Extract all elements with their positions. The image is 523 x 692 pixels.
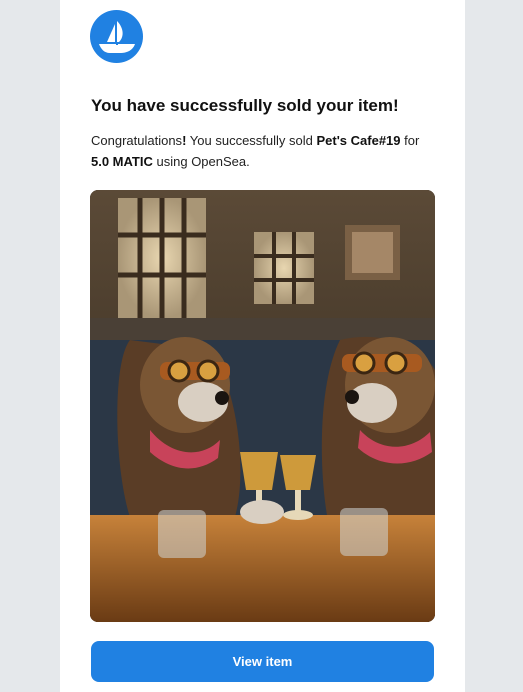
page-title: You have successfully sold your item!	[91, 96, 399, 115]
email-card: You have successfully sold your item! Co…	[60, 0, 465, 692]
artwork-image	[90, 190, 435, 622]
item-name: Pet's Cafe#19	[316, 133, 401, 148]
view-item-button[interactable]: View item	[91, 641, 434, 682]
sale-price: 5.0 MATIC	[91, 154, 153, 169]
sale-message: Congratulations! You successfully sold P…	[91, 130, 441, 172]
opensea-logo-icon	[90, 10, 143, 63]
using-text: using OpenSea.	[152, 154, 250, 169]
sold-text: You successfully sold	[186, 133, 317, 148]
congrats-text: Congratulations	[91, 133, 183, 148]
for-text: for	[400, 133, 420, 148]
